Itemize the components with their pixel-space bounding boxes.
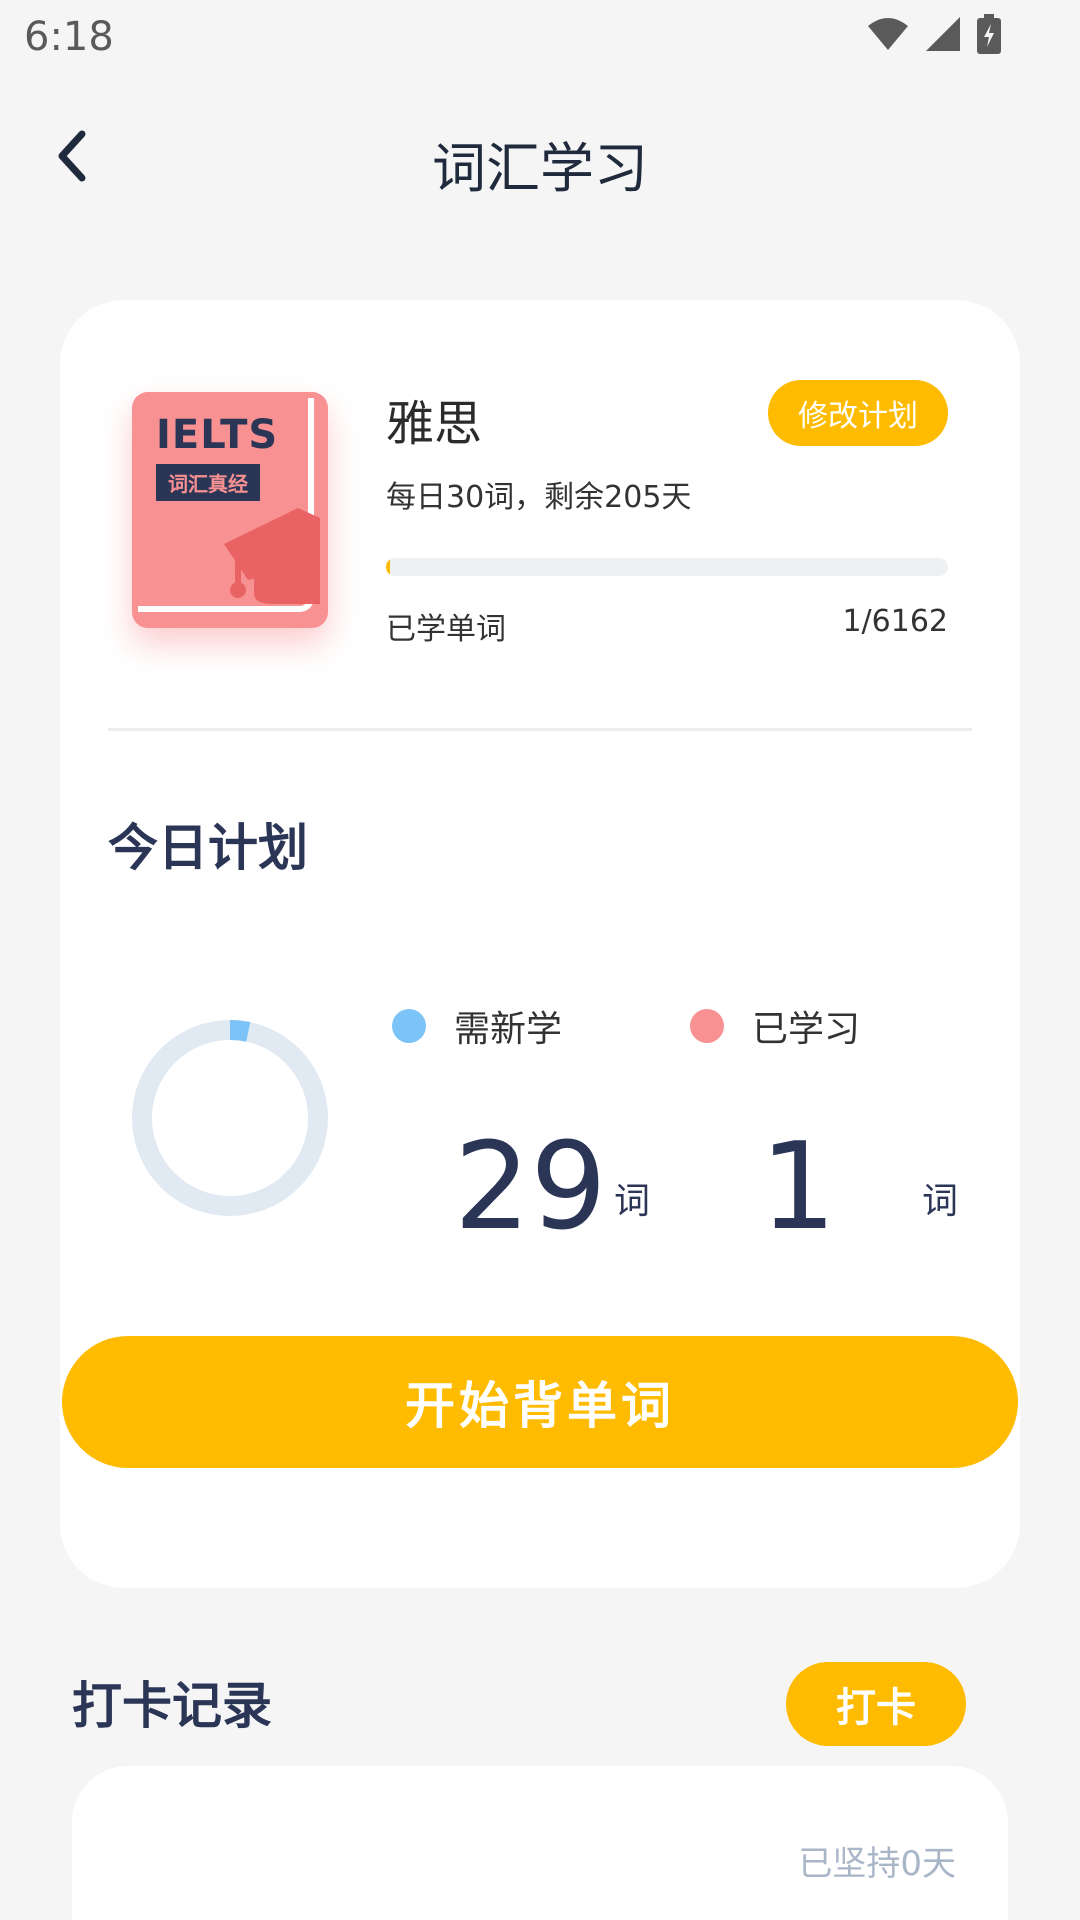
checkin-button[interactable]: 打卡 — [786, 1662, 966, 1746]
book-cover-title: IELTS — [156, 412, 279, 458]
learned-words-count: 1/6162 — [842, 604, 948, 639]
progress-ring-track — [132, 1020, 328, 1216]
learning-progress-bar — [386, 558, 948, 576]
legend-done-label: 已学习 — [752, 1009, 861, 1050]
divider — [108, 728, 972, 731]
edit-plan-button[interactable]: 修改计划 — [768, 380, 948, 446]
battery-charging-icon — [977, 14, 1001, 54]
today-progress-ring — [132, 1020, 328, 1216]
today-plan-title: 今日计划 — [108, 819, 308, 877]
new-words-count: 29 — [454, 1118, 607, 1257]
status-bar: 6:18 — [0, 0, 1080, 72]
learned-words-label: 已学单词 — [386, 612, 506, 647]
status-icons — [866, 14, 1002, 54]
book-cover-subtitle: 词汇真经 — [156, 464, 260, 501]
learned-today-count: 1 — [760, 1118, 837, 1257]
status-time: 6:18 — [24, 14, 114, 60]
graduation-cap-icon — [224, 508, 320, 604]
new-words-unit: 词 — [614, 1181, 651, 1222]
legend-new-words: 需新学 — [392, 1000, 562, 1052]
legend-learned-words: 已学习 — [690, 1000, 860, 1052]
checkin-record-title: 打卡记录 — [72, 1677, 272, 1735]
learning-progress-fill — [386, 558, 391, 576]
new-words-dot — [392, 1009, 426, 1043]
checkin-record-card: 已坚持0天 — [72, 1766, 1008, 1920]
wifi-icon — [868, 18, 908, 50]
learned-today-unit: 词 — [922, 1181, 959, 1222]
plan-description: 每日30词，剩余205天 — [386, 480, 692, 515]
vocab-plan-card: IELTS 词汇真经 雅思 修改计划 每日30词，剩余205天 已学单词 1/6… — [60, 300, 1020, 1588]
learned-words-dot — [690, 1009, 724, 1043]
book-name: 雅思 — [386, 396, 483, 452]
start-memorizing-button[interactable]: 开始背单词 — [62, 1336, 1018, 1468]
top-bar: 词汇学习 — [0, 96, 1080, 216]
signal-icon — [926, 17, 960, 51]
legend-new-label: 需新学 — [454, 1009, 563, 1050]
page-title: 词汇学习 — [432, 137, 648, 200]
book-cover[interactable]: IELTS 词汇真经 — [132, 392, 328, 628]
streak-text: 已坚持0天 — [798, 1844, 956, 1884]
